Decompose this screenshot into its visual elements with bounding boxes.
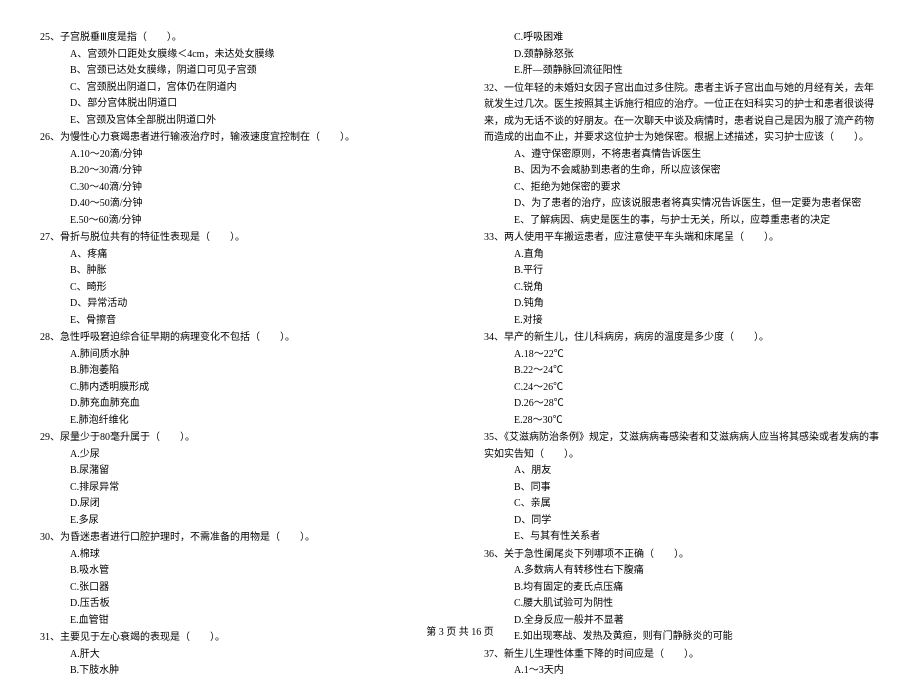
q26-b: B.20～30滴/分钟 [40,163,436,180]
q27-stem: 27、骨折与脱位共有的特征性表现是（ ）。 [40,230,436,247]
question-35: 35、《艾滋病防治条例》规定，艾滋病病毒感染者和艾滋病病人应当将其感染或者发病的… [484,430,880,546]
q32-d: D、为了患者的治疗，应该说服患者将真实情况告诉医生，但一定要为患者保密 [484,196,880,213]
question-31-cont: C.呼吸困难 D.颈静脉怒张 E.肝—颈静脉回流征阳性 [484,30,880,80]
q32-a: A、遵守保密原则，不将患者真情告诉医生 [484,147,880,164]
page-columns: 25、子宫脱垂Ⅲ度是指（ ）。 A、宫颈外口距处女膜缘＜4cm，未达处女膜缘 B… [40,30,880,681]
q26-c: C.30～40滴/分钟 [40,180,436,197]
q32-b: B、因为不会威胁到患者的生命，所以应该保密 [484,163,880,180]
left-column: 25、子宫脱垂Ⅲ度是指（ ）。 A、宫颈外口距处女膜缘＜4cm，未达处女膜缘 B… [40,30,436,681]
q29-a: A.少尿 [40,447,436,464]
q33-b: B.平行 [484,263,880,280]
q31-c: C.呼吸困难 [484,30,880,47]
q30-d: D.压舌板 [40,596,436,613]
q33-a: A.直角 [484,247,880,264]
q32-c: C、拒绝为她保密的要求 [484,180,880,197]
q35-a: A、朋友 [484,463,880,480]
q31-e: E.肝—颈静脉回流征阳性 [484,63,880,80]
q25-c: C、宫颈脱出阴道口，宫体仍在阴道内 [40,80,436,97]
q33-stem: 33、两人使用平车搬运患者，应注意使平车头端和床尾呈（ ）。 [484,230,880,247]
question-25: 25、子宫脱垂Ⅲ度是指（ ）。 A、宫颈外口距处女膜缘＜4cm，未达处女膜缘 B… [40,30,436,129]
q31-a: A.肝大 [40,647,436,664]
q28-e: E.肺泡纤维化 [40,413,436,430]
q29-c: C.排尿异常 [40,480,436,497]
question-30: 30、为昏迷患者进行口腔护理时，不需准备的用物是（ ）。 A.棉球 B.吸水管 … [40,530,436,629]
q35-c: C、亲属 [484,496,880,513]
q26-e: E.50～60滴/分钟 [40,213,436,230]
q36-b: B.均有固定的麦氏点压痛 [484,580,880,597]
q25-a: A、宫颈外口距处女膜缘＜4cm，未达处女膜缘 [40,47,436,64]
q37-stem: 37、新生儿生理性体重下降的时间应是（ ）。 [484,647,880,664]
right-column: C.呼吸困难 D.颈静脉怒张 E.肝—颈静脉回流征阳性 32、一位年轻的未婚妇女… [484,30,880,681]
q33-c: C.锐角 [484,280,880,297]
q28-d: D.肺充血肺充血 [40,396,436,413]
q34-c: C.24～26℃ [484,380,880,397]
q33-e: E.对接 [484,313,880,330]
q25-d: D、部分宫体脱出阴道口 [40,96,436,113]
q31-d: D.颈静脉怒张 [484,47,880,64]
q29-stem: 29、尿量少于80毫升属于（ ）。 [40,430,436,447]
q34-a: A.18～22℃ [484,347,880,364]
q33-d: D.钝角 [484,296,880,313]
q32-stem: 32、一位年轻的未婚妇女因子宫出血过多住院。患者主诉子宫出血与她的月经有关，去年… [484,81,880,147]
q31-b: B.下肢水肿 [40,663,436,680]
q34-d: D.26～28℃ [484,396,880,413]
q35-e: E、与其有性关系者 [484,529,880,546]
q30-a: A.棉球 [40,547,436,564]
q36-a: A.多数病人有转移性右下腹痛 [484,563,880,580]
q28-b: B.肺泡萎陷 [40,363,436,380]
q36-stem: 36、关于急性阑尾炎下列哪项不正确（ ）。 [484,547,880,564]
q34-stem: 34、早产的新生儿，住儿科病房，病房的温度是多少度（ ）。 [484,330,880,347]
q35-b: B、同事 [484,480,880,497]
question-32: 32、一位年轻的未婚妇女因子宫出血过多住院。患者主诉子宫出血与她的月经有关，去年… [484,81,880,230]
q25-e: E、宫颈及宫体全部脱出阴道口外 [40,113,436,130]
question-26: 26、为慢性心力衰竭患者进行输液治疗时，输液速度宜控制在（ ）。 A.10～20… [40,130,436,229]
q26-d: D.40～50滴/分钟 [40,196,436,213]
question-37: 37、新生儿生理性体重下降的时间应是（ ）。 A.1～3天内 [484,647,880,680]
q37-a: A.1～3天内 [484,663,880,680]
q27-c: C、畸形 [40,280,436,297]
q27-a: A、疼痛 [40,247,436,264]
q28-stem: 28、急性呼吸窘迫综合征早期的病理变化不包括（ ）。 [40,330,436,347]
q28-c: C.肺内透明膜形成 [40,380,436,397]
question-28: 28、急性呼吸窘迫综合征早期的病理变化不包括（ ）。 A.肺间质水肿 B.肺泡萎… [40,330,436,429]
q30-b: B.吸水管 [40,563,436,580]
q26-a: A.10～20滴/分钟 [40,147,436,164]
q29-b: B.尿潴留 [40,463,436,480]
q36-c: C.腰大肌试验可为阴性 [484,596,880,613]
q25-stem: 25、子宫脱垂Ⅲ度是指（ ）。 [40,30,436,47]
q30-c: C.张口器 [40,580,436,597]
q27-b: B、肿胀 [40,263,436,280]
q32-e: E、了解病因、病史是医生的事，与护士无关，所以，应尊重患者的决定 [484,213,880,230]
question-34: 34、早产的新生儿，住儿科病房，病房的温度是多少度（ ）。 A.18～22℃ B… [484,330,880,429]
q34-e: E.28～30℃ [484,413,880,430]
q27-d: D、异常活动 [40,296,436,313]
page-footer: 第 3 页 共 16 页 [0,623,920,638]
question-33: 33、两人使用平车搬运患者，应注意使平车头端和床尾呈（ ）。 A.直角 B.平行… [484,230,880,329]
q29-d: D.尿闭 [40,496,436,513]
q35-stem: 35、《艾滋病防治条例》规定，艾滋病病毒感染者和艾滋病病人应当将其感染或者发病的… [484,430,880,463]
q28-a: A.肺间质水肿 [40,347,436,364]
q35-d: D、同学 [484,513,880,530]
q27-e: E、骨擦音 [40,313,436,330]
q29-e: E.多尿 [40,513,436,530]
q25-b: B、宫颈已达处女膜缘，阴道口可见子宫颈 [40,63,436,80]
question-27: 27、骨折与脱位共有的特征性表现是（ ）。 A、疼痛 B、肿胀 C、畸形 D、异… [40,230,436,329]
q26-stem: 26、为慢性心力衰竭患者进行输液治疗时，输液速度宜控制在（ ）。 [40,130,436,147]
question-29: 29、尿量少于80毫升属于（ ）。 A.少尿 B.尿潴留 C.排尿异常 D.尿闭… [40,430,436,529]
q34-b: B.22～24℃ [484,363,880,380]
q30-stem: 30、为昏迷患者进行口腔护理时，不需准备的用物是（ ）。 [40,530,436,547]
